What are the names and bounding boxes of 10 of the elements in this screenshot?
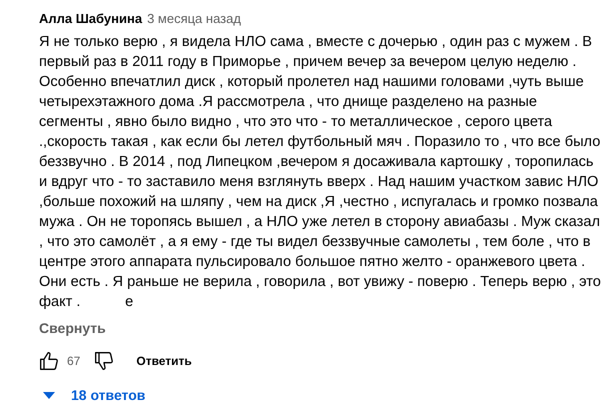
reply-button[interactable]: Ответить xyxy=(136,354,192,368)
thumbs-up-icon[interactable] xyxy=(39,351,59,371)
replies-toggle[interactable]: 18 ответов xyxy=(39,387,146,403)
comment-text: Я не только верю , я видела НЛО сама , вместе с дочерью , один раз с мужем . В первый раз в 2011 году в Приморье , причем вечер за вечером целую неделю . Особенно впечатлил диск , который пролетел над нашими головами ,чуть выше четырехэтажного дома .Я рассмотрела , что днище разделено на разные сегменты , явно было видно , что это что - то металлическое , серого цвета .,скорость такая , как если бы летел футбольный мяч . Поразило то , что все было беззвучно . В 2014 , под Липецком ,вечером я досаживала картошку , торопилась и вдруг что - то заставило меня взглянуть вверх . Над нашим участком завис НЛО ,больше похожий на шляпу , чем на диск ,Я ,честно , испугалась и громко позвала мужа . Он не торопясь вышел , а НЛО уже летел в сторону авиабазы . Муж сказал , что это самолёт , а я ему - где ты видел беззвучные самолеты , тем боле , что в центре этого аппарата пульсировало большое пятно желто - оранжевого цвета . Они есть . Я раньше не верила , говорила , вот увижу - поверю . Теперь верю , это факт . е xyxy=(39,33,602,312)
collapse-link[interactable]: Свернуть xyxy=(39,320,106,336)
comment-time[interactable]: 3 месяца назад xyxy=(147,11,241,26)
thumbs-down-icon[interactable] xyxy=(94,351,114,371)
comment-author[interactable]: Алла Шабунина xyxy=(39,11,142,26)
caret-icon xyxy=(43,392,55,398)
like-count: 67 xyxy=(67,354,80,368)
